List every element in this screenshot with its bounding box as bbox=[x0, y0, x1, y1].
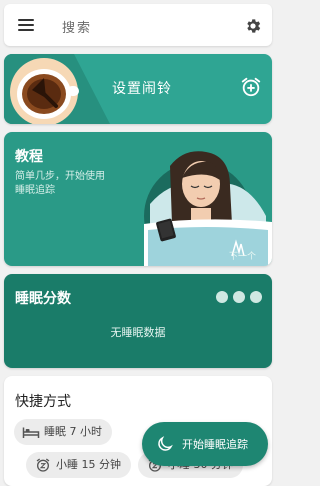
moon-icon bbox=[158, 436, 173, 451]
start-sleep-tracking-label: 开始睡眠追踪 bbox=[182, 438, 248, 451]
shortcut-nap-15m[interactable]: 小睡 15 分钟 bbox=[26, 452, 131, 478]
tutorial-card[interactable]: 教程 简单几步，开始使用睡眠追踪 下一个 bbox=[4, 132, 272, 266]
coffee-cup-illustration bbox=[4, 54, 110, 124]
start-sleep-tracking-button[interactable]: 开始睡眠追踪 bbox=[142, 422, 268, 466]
more-options-icon[interactable] bbox=[216, 291, 262, 303]
shortcut-label: 睡眠 7 小时 bbox=[44, 425, 102, 438]
set-alarm-card[interactable]: 设置闹铃 bbox=[4, 54, 272, 124]
bed-icon bbox=[22, 427, 40, 438]
sleeping-person-illustration bbox=[144, 151, 272, 266]
next-button[interactable]: 下一个 bbox=[229, 249, 256, 262]
snooze-clock-icon bbox=[36, 458, 50, 472]
shortcut-sleep-7h[interactable]: 睡眠 7 小时 bbox=[14, 419, 112, 445]
sleep-score-title: 睡眠分数 bbox=[15, 291, 71, 307]
shortcut-label: 小睡 15 分钟 bbox=[56, 458, 121, 471]
set-alarm-label: 设置闹铃 bbox=[112, 81, 172, 97]
gear-icon[interactable] bbox=[244, 17, 262, 35]
no-sleep-data-text: 无睡眠数据 bbox=[110, 326, 166, 339]
search-input[interactable]: 搜索 bbox=[62, 17, 92, 36]
shortcuts-title: 快捷方式 bbox=[15, 394, 71, 410]
tutorial-title: 教程 bbox=[15, 149, 43, 165]
add-alarm-icon[interactable] bbox=[240, 76, 262, 98]
menu-icon[interactable] bbox=[16, 16, 36, 34]
search-bar[interactable]: 搜索 bbox=[4, 4, 272, 46]
tutorial-description: 简单几步，开始使用睡眠追踪 bbox=[15, 171, 105, 196]
sleep-score-card[interactable]: 睡眠分数 无睡眠数据 bbox=[4, 274, 272, 368]
